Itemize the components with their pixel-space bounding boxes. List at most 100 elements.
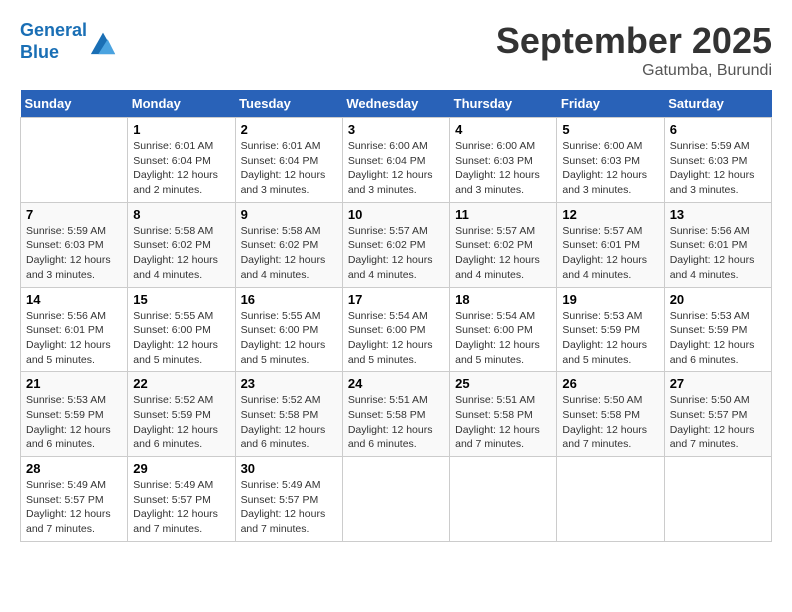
day-cell: 15 Sunrise: 5:55 AM Sunset: 6:00 PM Dayli… (128, 287, 235, 372)
day-number: 20 (670, 292, 766, 307)
day-cell (557, 457, 664, 542)
day-cell: 8 Sunrise: 5:58 AM Sunset: 6:02 PM Daylig… (128, 202, 235, 287)
day-info: Sunrise: 5:54 AM Sunset: 6:00 PM Dayligh… (348, 309, 444, 368)
day-number: 8 (133, 207, 229, 222)
day-info: Sunrise: 5:56 AM Sunset: 6:01 PM Dayligh… (670, 224, 766, 283)
day-number: 14 (26, 292, 122, 307)
day-number: 4 (455, 122, 551, 137)
day-info: Sunrise: 5:59 AM Sunset: 6:03 PM Dayligh… (26, 224, 122, 283)
day-info: Sunrise: 5:49 AM Sunset: 5:57 PM Dayligh… (241, 478, 337, 537)
day-info: Sunrise: 5:50 AM Sunset: 5:57 PM Dayligh… (670, 393, 766, 452)
day-cell: 20 Sunrise: 5:53 AM Sunset: 5:59 PM Dayli… (664, 287, 771, 372)
day-cell (342, 457, 449, 542)
day-number: 21 (26, 376, 122, 391)
day-cell: 22 Sunrise: 5:52 AM Sunset: 5:59 PM Dayli… (128, 372, 235, 457)
logo: General Blue (20, 20, 117, 63)
logo-line1: General (20, 20, 87, 40)
header-wednesday: Wednesday (342, 90, 449, 118)
day-cell: 21 Sunrise: 5:53 AM Sunset: 5:59 PM Dayli… (21, 372, 128, 457)
day-cell: 17 Sunrise: 5:54 AM Sunset: 6:00 PM Dayli… (342, 287, 449, 372)
day-number: 17 (348, 292, 444, 307)
day-info: Sunrise: 5:53 AM Sunset: 5:59 PM Dayligh… (26, 393, 122, 452)
day-cell: 11Sunrise: 5:57 AM Sunset: 6:02 PM Dayli… (450, 202, 557, 287)
day-info: Sunrise: 5:56 AM Sunset: 6:01 PM Dayligh… (26, 309, 122, 368)
header-saturday: Saturday (664, 90, 771, 118)
day-info: Sunrise: 5:57 AM Sunset: 6:02 PM Dayligh… (455, 224, 551, 283)
day-number: 7 (26, 207, 122, 222)
day-cell: 4 Sunrise: 6:00 AM Sunset: 6:03 PM Daylig… (450, 118, 557, 203)
day-cell: 19Sunrise: 5:53 AM Sunset: 5:59 PM Dayli… (557, 287, 664, 372)
day-number: 26 (562, 376, 658, 391)
day-number: 25 (455, 376, 551, 391)
day-number: 10 (348, 207, 444, 222)
day-info: Sunrise: 5:57 AM Sunset: 6:02 PM Dayligh… (348, 224, 444, 283)
day-number: 3 (348, 122, 444, 137)
day-info: Sunrise: 5:59 AM Sunset: 6:03 PM Dayligh… (670, 139, 766, 198)
week-row-3: 14 Sunrise: 5:56 AM Sunset: 6:01 PM Dayli… (21, 287, 772, 372)
header: General Blue September 2025 Gatumba, Bur… (20, 20, 772, 80)
day-number: 23 (241, 376, 337, 391)
day-info: Sunrise: 5:55 AM Sunset: 6:00 PM Dayligh… (241, 309, 337, 368)
day-number: 1 (133, 122, 229, 137)
day-info: Sunrise: 6:01 AM Sunset: 6:04 PM Dayligh… (241, 139, 337, 198)
calendar-title: September 2025 (496, 20, 772, 62)
day-info: Sunrise: 5:53 AM Sunset: 5:59 PM Dayligh… (670, 309, 766, 368)
day-number: 27 (670, 376, 766, 391)
day-number: 24 (348, 376, 444, 391)
day-info: Sunrise: 5:49 AM Sunset: 5:57 PM Dayligh… (133, 478, 229, 537)
day-info: Sunrise: 5:55 AM Sunset: 6:00 PM Dayligh… (133, 309, 229, 368)
day-number: 28 (26, 461, 122, 476)
day-info: Sunrise: 6:00 AM Sunset: 6:03 PM Dayligh… (455, 139, 551, 198)
day-cell: 26 Sunrise: 5:50 AM Sunset: 5:58 PM Dayli… (557, 372, 664, 457)
day-cell: 9 Sunrise: 5:58 AM Sunset: 6:02 PM Daylig… (235, 202, 342, 287)
day-number: 22 (133, 376, 229, 391)
header-thursday: Thursday (450, 90, 557, 118)
day-info: Sunrise: 5:50 AM Sunset: 5:58 PM Dayligh… (562, 393, 658, 452)
week-row-2: 7 Sunrise: 5:59 AM Sunset: 6:03 PM Daylig… (21, 202, 772, 287)
day-cell: 1 Sunrise: 6:01 AM Sunset: 6:04 PM Daylig… (128, 118, 235, 203)
day-info: Sunrise: 5:49 AM Sunset: 5:57 PM Dayligh… (26, 478, 122, 537)
day-number: 9 (241, 207, 337, 222)
day-number: 15 (133, 292, 229, 307)
day-number: 18 (455, 292, 551, 307)
calendar-table: SundayMondayTuesdayWednesdayThursdayFrid… (20, 90, 772, 542)
day-info: Sunrise: 5:58 AM Sunset: 6:02 PM Dayligh… (241, 224, 337, 283)
week-row-1: 1 Sunrise: 6:01 AM Sunset: 6:04 PM Daylig… (21, 118, 772, 203)
week-row-4: 21 Sunrise: 5:53 AM Sunset: 5:59 PM Dayli… (21, 372, 772, 457)
day-number: 2 (241, 122, 337, 137)
title-area: September 2025 Gatumba, Burundi (496, 20, 772, 80)
day-cell: 12 Sunrise: 5:57 AM Sunset: 6:01 PM Dayli… (557, 202, 664, 287)
day-info: Sunrise: 6:01 AM Sunset: 6:04 PM Dayligh… (133, 139, 229, 198)
logo-line2: Blue (20, 42, 59, 62)
day-number: 12 (562, 207, 658, 222)
day-cell: 3 Sunrise: 6:00 AM Sunset: 6:04 PM Daylig… (342, 118, 449, 203)
day-cell: 2 Sunrise: 6:01 AM Sunset: 6:04 PM Daylig… (235, 118, 342, 203)
day-cell: 16Sunrise: 5:55 AM Sunset: 6:00 PM Dayli… (235, 287, 342, 372)
day-info: Sunrise: 5:51 AM Sunset: 5:58 PM Dayligh… (348, 393, 444, 452)
day-cell: 28 Sunrise: 5:49 AM Sunset: 5:57 PM Dayli… (21, 457, 128, 542)
day-info: Sunrise: 5:57 AM Sunset: 6:01 PM Dayligh… (562, 224, 658, 283)
day-cell: 30 Sunrise: 5:49 AM Sunset: 5:57 PM Dayli… (235, 457, 342, 542)
day-info: Sunrise: 5:54 AM Sunset: 6:00 PM Dayligh… (455, 309, 551, 368)
day-cell: 27 Sunrise: 5:50 AM Sunset: 5:57 PM Dayli… (664, 372, 771, 457)
day-number: 29 (133, 461, 229, 476)
day-info: Sunrise: 6:00 AM Sunset: 6:04 PM Dayligh… (348, 139, 444, 198)
logo-text: General Blue (20, 20, 87, 63)
day-info: Sunrise: 5:52 AM Sunset: 5:59 PM Dayligh… (133, 393, 229, 452)
week-row-5: 28 Sunrise: 5:49 AM Sunset: 5:57 PM Dayli… (21, 457, 772, 542)
day-cell (450, 457, 557, 542)
day-cell: 14 Sunrise: 5:56 AM Sunset: 6:01 PM Dayli… (21, 287, 128, 372)
calendar-header-row: SundayMondayTuesdayWednesdayThursdayFrid… (21, 90, 772, 118)
day-number: 5 (562, 122, 658, 137)
day-info: Sunrise: 5:51 AM Sunset: 5:58 PM Dayligh… (455, 393, 551, 452)
day-number: 30 (241, 461, 337, 476)
day-cell (664, 457, 771, 542)
day-cell: 29 Sunrise: 5:49 AM Sunset: 5:57 PM Dayli… (128, 457, 235, 542)
day-cell (21, 118, 128, 203)
header-friday: Friday (557, 90, 664, 118)
day-cell: 23Sunrise: 5:52 AM Sunset: 5:58 PM Dayli… (235, 372, 342, 457)
calendar-subtitle: Gatumba, Burundi (496, 62, 772, 80)
day-cell: 10 Sunrise: 5:57 AM Sunset: 6:02 PM Dayli… (342, 202, 449, 287)
day-number: 19 (562, 292, 658, 307)
day-info: Sunrise: 5:58 AM Sunset: 6:02 PM Dayligh… (133, 224, 229, 283)
